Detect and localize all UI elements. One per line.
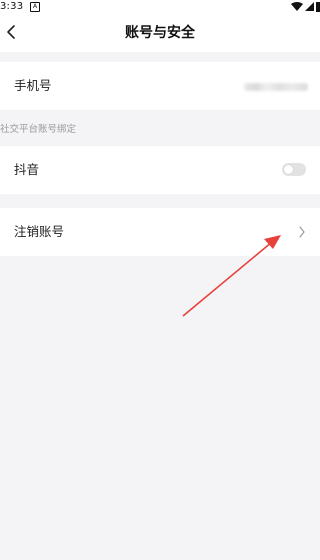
battery-icon xyxy=(316,2,320,12)
social-binding-section-label: 社交平台账号绑定 xyxy=(0,124,77,135)
douyin-label: 抖音 xyxy=(14,162,40,177)
status-bar: 3:33 A xyxy=(0,0,320,14)
phone-number-label: 手机号 xyxy=(14,78,52,93)
douyin-binding-row: 抖音 xyxy=(0,146,320,194)
chevron-right-icon xyxy=(299,226,305,238)
notification-icon: A xyxy=(30,2,40,12)
phone-number-row[interactable]: 手机号 xyxy=(0,62,320,110)
signal-icon xyxy=(305,2,314,11)
header: 账号与安全 xyxy=(0,14,320,52)
status-time: 3:33 xyxy=(0,1,24,12)
toggle-knob xyxy=(284,165,293,174)
cancel-account-label: 注销账号 xyxy=(14,224,65,239)
cancel-account-row[interactable]: 注销账号 xyxy=(0,208,320,256)
douyin-toggle[interactable] xyxy=(282,163,306,176)
page-title: 账号与安全 xyxy=(125,25,195,41)
status-icons xyxy=(290,1,320,13)
masked-phone-number xyxy=(244,83,308,91)
wifi-icon xyxy=(291,2,303,11)
